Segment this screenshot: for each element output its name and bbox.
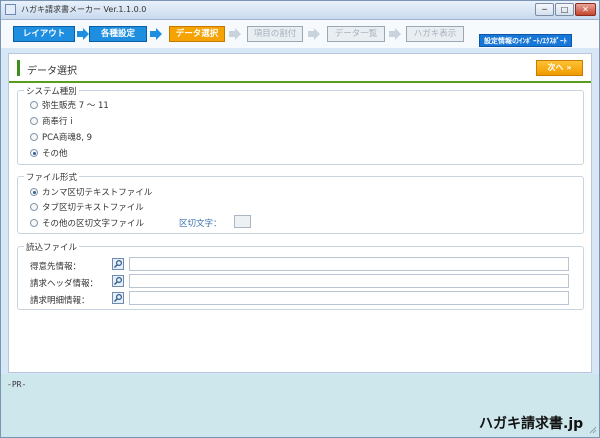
file-row-customer: 得意先情報： [18,257,585,273]
system-type-group: システム種別 弥生販売 7 ～ 11 商奉行 i PCA商魂8, 9 その他 [17,85,584,165]
magnifier-icon [114,259,123,268]
separator-input[interactable] [234,215,251,228]
radio-button[interactable] [30,133,38,141]
next-button[interactable]: 次へ » [536,60,583,76]
step-settings[interactable]: 各種設定 [89,26,147,42]
radio-label: カンマ区切テキストファイル [42,188,153,198]
app-icon [5,4,16,15]
pr-footer: -PR- ハガキ請求書.jp [1,374,599,437]
file-row-detail: 請求明細情報： [18,291,585,307]
radio-button[interactable] [30,219,38,227]
step-layout[interactable]: レイアウト [13,26,75,42]
window-title: ハガキ請求書メーカー Ver.1.1.0.0 [21,5,147,14]
double-chevron-right-icon: » [566,63,572,72]
browse-button[interactable] [112,275,124,287]
step-data-select[interactable]: データ選択 [169,26,225,42]
file-label: 得意先情報： [30,262,82,272]
radio-label: 商奉行 i [42,117,73,127]
radio-label: PCA商魂8, 9 [42,133,93,143]
step-arrow-icon [229,28,241,40]
header-accent [17,60,20,76]
step-data-list[interactable]: データ一覧 [327,26,385,42]
radio-button[interactable] [30,101,38,109]
step-arrow-icon [308,28,320,40]
magnifier-icon [114,276,123,285]
file-format-label: ファイル形式 [24,171,80,183]
page-title: データ選択 [27,66,77,77]
file-label: 請求明細情報： [30,296,90,306]
radio-label: その他 [42,149,68,159]
step-postcard-view[interactable]: ハガキ表示 [406,26,464,42]
radio-button-checked[interactable] [30,149,38,157]
header-file-input[interactable] [129,274,569,288]
radio-label: 弥生販売 7 ～ 11 [42,101,109,111]
file-row-header: 請求ヘッダ情報： [18,274,585,290]
step-arrow-icon [77,28,89,40]
load-files-label: 読込ファイル [24,241,80,253]
close-button[interactable]: ✕ [575,3,596,16]
panel-header: データ選択 次へ » [9,54,591,83]
browse-button[interactable] [112,292,124,304]
main-panel: データ選択 次へ » システム種別 弥生販売 7 ～ 11 商奉行 i PCA商… [8,53,592,373]
maximize-button[interactable]: □ [555,3,574,16]
import-export-button[interactable]: 設定情報のｲﾝﾎﾟｰﾄ/ｴｸｽﾎﾟｰﾄ [479,34,573,47]
app-window: ハガキ請求書メーカー Ver.1.1.0.0 ─ □ ✕ レイアウト 各種設定 … [0,0,600,438]
step-field-mapping[interactable]: 項目の割付 [247,26,303,42]
step-arrow-icon [150,28,162,40]
browse-button[interactable] [112,258,124,270]
next-label: 次へ [547,63,564,72]
pr-label: -PR- [7,380,27,389]
radio-button-checked[interactable] [30,188,38,196]
load-files-group: 読込ファイル 得意先情報： 請求ヘッダ情報： 請求明細情報： [17,241,585,310]
minimize-button[interactable]: ─ [535,3,554,16]
radio-label: タブ区切テキストファイル [42,203,144,213]
detail-file-input[interactable] [129,291,569,305]
system-type-label: システム種別 [24,85,79,97]
customer-file-input[interactable] [129,257,569,271]
radio-button[interactable] [30,117,38,125]
step-arrow-icon [389,28,401,40]
radio-button[interactable] [30,203,38,211]
resize-grip-icon[interactable] [587,424,597,434]
separator-label: 区切文字： [179,219,222,229]
radio-option[interactable]: その他の区切文字ファイル 区切文字： [30,215,260,229]
radio-label: その他の区切文字ファイル [42,219,145,229]
magnifier-icon [114,293,123,302]
title-bar: ハガキ請求書メーカー Ver.1.1.0.0 ─ □ ✕ [1,1,599,20]
file-label: 請求ヘッダ情報： [30,279,99,289]
file-format-group: ファイル形式 カンマ区切テキストファイル タブ区切テキストファイル その他の区切… [17,171,584,234]
brand-logo: ハガキ請求書.jp [479,416,584,432]
